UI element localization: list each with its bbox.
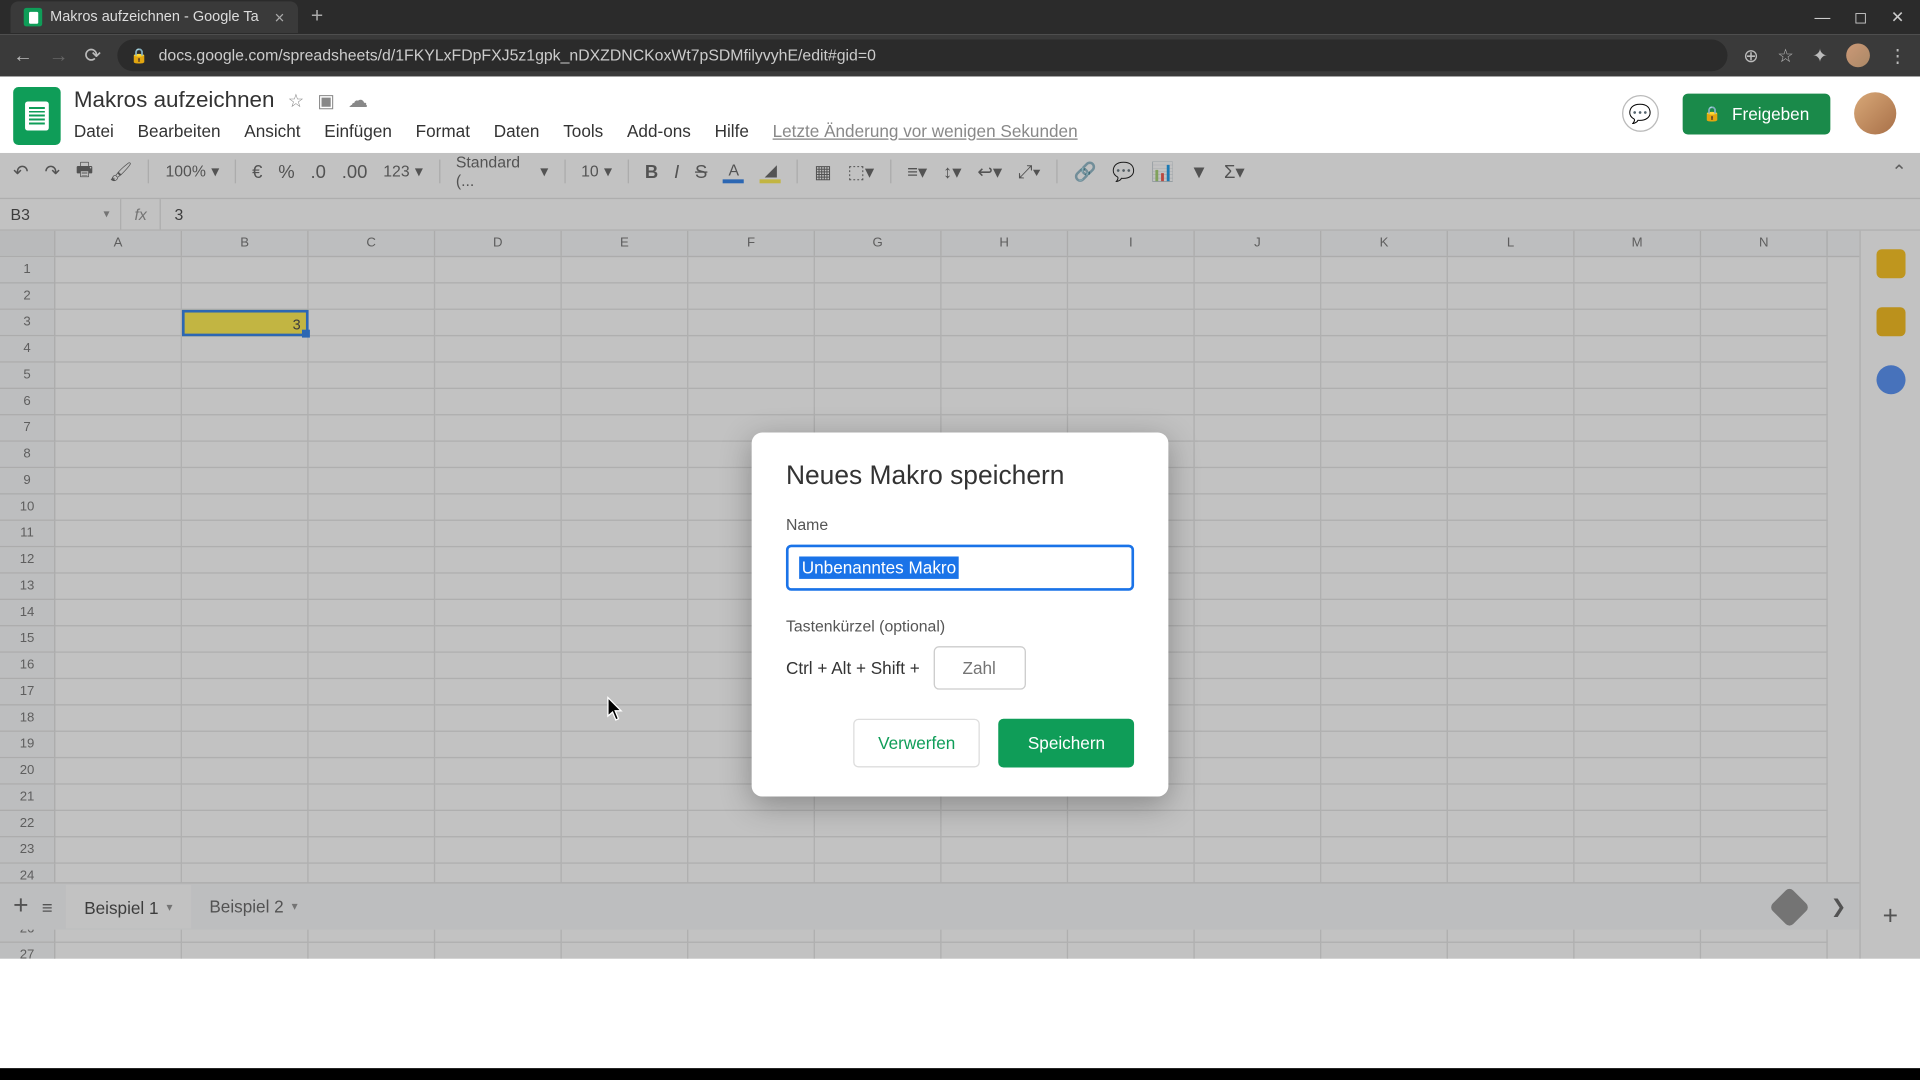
menu-ansicht[interactable]: Ansicht — [244, 121, 300, 141]
doc-title[interactable]: Makros aufzeichnen — [74, 87, 275, 113]
cloud-status-icon[interactable]: ☁ — [348, 88, 368, 112]
move-folder-icon[interactable]: ▣ — [317, 89, 334, 111]
lock-icon: 🔒 — [1703, 105, 1721, 122]
menu-add-ons[interactable]: Add-ons — [627, 121, 691, 141]
browser-tab-strip: Makros aufzeichnen - Google Ta × + — ◻ ✕ — [0, 0, 1920, 34]
save-macro-dialog: Neues Makro speichern Name Unbenanntes M… — [752, 433, 1169, 797]
window-maximize-icon[interactable]: ◻ — [1854, 8, 1867, 26]
nav-reload-icon[interactable]: ⟳ — [84, 44, 101, 68]
bookmark-star-icon[interactable]: ☆ — [1777, 44, 1794, 66]
address-bar: ← → ⟳ 🔒 docs.google.com/spreadsheets/d/1… — [0, 34, 1920, 76]
close-tab-icon[interactable]: × — [275, 7, 285, 27]
new-tab-button[interactable]: + — [311, 5, 323, 29]
nav-forward-icon[interactable]: → — [49, 44, 69, 66]
dialog-title: Neues Makro speichern — [786, 462, 1134, 492]
last-edit-link[interactable]: Letzte Änderung vor wenigen Sekunden — [773, 121, 1078, 141]
shortcut-number-input[interactable] — [933, 646, 1025, 690]
extensions-icon[interactable]: ✦ — [1812, 44, 1827, 66]
name-label: Name — [786, 516, 1134, 534]
sheets-logo-icon[interactable] — [13, 87, 60, 145]
menu-tools[interactable]: Tools — [563, 121, 603, 141]
window-minimize-icon[interactable]: — — [1814, 8, 1830, 26]
star-icon[interactable]: ☆ — [288, 89, 305, 111]
url-field[interactable]: 🔒 docs.google.com/spreadsheets/d/1FKYLxF… — [117, 40, 1728, 72]
comments-icon[interactable]: 💬 — [1622, 95, 1659, 132]
browser-tab[interactable]: Makros aufzeichnen - Google Ta × — [11, 1, 298, 33]
lock-icon: 🔒 — [130, 47, 148, 64]
menu-einfügen[interactable]: Einfügen — [324, 121, 392, 141]
menu-format[interactable]: Format — [416, 121, 470, 141]
menu-hilfe[interactable]: Hilfe — [715, 121, 749, 141]
tab-title: Makros aufzeichnen - Google Ta — [50, 9, 259, 25]
window-close-icon[interactable]: ✕ — [1891, 8, 1904, 26]
share-button[interactable]: 🔒 Freigeben — [1682, 93, 1830, 134]
url-text: docs.google.com/spreadsheets/d/1FKYLxFDp… — [159, 46, 876, 64]
profile-avatar[interactable] — [1846, 44, 1870, 68]
browser-menu-icon[interactable]: ⋮ — [1888, 44, 1906, 66]
shortcut-prefix: Ctrl + Alt + Shift + — [786, 658, 920, 678]
zoom-icon[interactable]: ⊕ — [1743, 44, 1758, 66]
menu-daten[interactable]: Daten — [494, 121, 540, 141]
menu-datei[interactable]: Datei — [74, 121, 114, 141]
menu-bearbeiten[interactable]: Bearbeiten — [138, 121, 221, 141]
app-header: Makros aufzeichnen ☆ ▣ ☁ Datei Bearbeiten… — [0, 76, 1920, 145]
nav-back-icon[interactable]: ← — [13, 44, 33, 66]
discard-button[interactable]: Verwerfen — [853, 719, 980, 768]
account-avatar[interactable] — [1854, 92, 1896, 134]
macro-name-input[interactable]: Unbenanntes Makro — [786, 545, 1134, 591]
shortcut-label: Tastenkürzel (optional) — [786, 617, 1134, 635]
sheets-favicon-icon — [24, 8, 42, 26]
share-label: Freigeben — [1732, 104, 1809, 124]
save-button[interactable]: Speichern — [999, 719, 1134, 768]
